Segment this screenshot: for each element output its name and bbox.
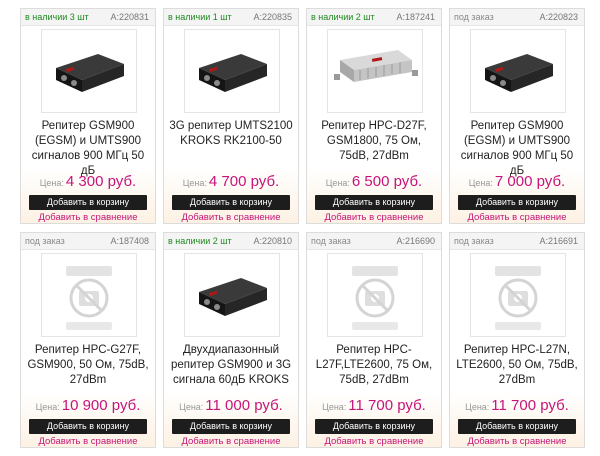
product-title[interactable]: Репитер GSM900 (EGSM) и UMTS900 сигналов… xyxy=(454,119,580,179)
article-number: A:220831 xyxy=(110,12,149,22)
price-label: Цена: xyxy=(179,402,204,412)
product-image[interactable] xyxy=(470,253,566,337)
article-number: A:220823 xyxy=(539,12,578,22)
product-title[interactable]: Репитер HPC-L27N, LTE2600, 50 Ом, 75dB, … xyxy=(454,343,580,388)
stock-status: в наличии 2 шт xyxy=(168,236,232,246)
article-number: A:187241 xyxy=(396,12,435,22)
product-title[interactable]: Репитер HPC-L27F,LTE2600, 75 Ом, 75dB, 2… xyxy=(311,343,437,388)
product-title[interactable]: Репитер GSM900 (EGSM) и UMTS900 сигналов… xyxy=(25,119,151,179)
stock-status: под заказ xyxy=(25,236,65,246)
product-title[interactable]: Репитер HPC-G27F, GSM900, 50 Ом, 75dB, 2… xyxy=(25,343,151,388)
card-header: в наличии 2 шт A:220810 xyxy=(164,233,298,250)
product-card: под заказ A:216691 Репитер HPC-L27N, LTE2… xyxy=(449,232,585,448)
add-to-compare-link[interactable]: Добавить в сравнение xyxy=(164,212,298,223)
add-to-cart-button[interactable]: Добавить в корзину xyxy=(29,195,147,210)
card-header: в наличии 2 шт A:187241 xyxy=(307,9,441,26)
card-header: под заказ A:216691 xyxy=(450,233,584,250)
add-to-compare-link[interactable]: Добавить в сравнение xyxy=(307,212,441,223)
add-to-compare-link[interactable]: Добавить в сравнение xyxy=(164,436,298,447)
price-row: Цена: 11 700 руб. xyxy=(450,397,584,415)
price-label: Цена: xyxy=(465,402,490,412)
product-title[interactable]: Двухдиапазонный репитер GSM900 и 3G сигн… xyxy=(168,343,294,388)
price-value: 4 700 руб. xyxy=(208,173,280,190)
article-number: A:187408 xyxy=(110,236,149,246)
price-row: Цена: 4 700 руб. xyxy=(164,173,298,191)
add-to-cart-button[interactable]: Добавить в корзину xyxy=(315,419,433,434)
price-value: 7 000 руб. xyxy=(494,173,566,190)
stock-status: под заказ xyxy=(311,236,351,246)
price-row: Цена: 7 000 руб. xyxy=(450,173,584,191)
stock-status: под заказ xyxy=(454,12,494,22)
card-header: под заказ A:216690 xyxy=(307,233,441,250)
product-image[interactable] xyxy=(41,253,137,337)
price-label: Цена: xyxy=(322,402,347,412)
product-card: в наличии 2 шт A:187241 Репитер HPC-D27F,… xyxy=(306,8,442,224)
product-card: под заказ A:220823 Репитер GSM900 (EGSM) … xyxy=(449,8,585,224)
add-to-cart-button[interactable]: Добавить в корзину xyxy=(172,195,290,210)
article-number: A:220835 xyxy=(253,12,292,22)
card-header: под заказ A:220823 xyxy=(450,9,584,26)
repeater-image xyxy=(199,278,267,316)
add-to-cart-button[interactable]: Добавить в корзину xyxy=(172,419,290,434)
article-number: A:220810 xyxy=(253,236,292,246)
product-title[interactable]: 3G репитер UMTS2100 KROKS RK2100-50 xyxy=(168,119,294,149)
article-number: A:216691 xyxy=(539,236,578,246)
card-header: в наличии 1 шт A:220835 xyxy=(164,9,298,26)
price-label: Цена: xyxy=(39,178,64,188)
stock-status: в наличии 3 шт xyxy=(25,12,89,22)
repeater-image xyxy=(485,54,553,92)
product-image[interactable] xyxy=(184,29,280,113)
price-value: 11 700 руб. xyxy=(491,397,569,414)
no-photo-icon xyxy=(495,266,541,330)
price-label: Цена: xyxy=(35,402,60,412)
add-to-compare-link[interactable]: Добавить в сравнение xyxy=(21,436,155,447)
stock-status: в наличии 2 шт xyxy=(311,12,375,22)
article-number: A:216690 xyxy=(396,236,435,246)
product-image[interactable] xyxy=(327,253,423,337)
no-photo-icon xyxy=(352,266,398,330)
repeater-image xyxy=(199,54,267,92)
product-image[interactable] xyxy=(41,29,137,113)
card-header: в наличии 3 шт A:220831 xyxy=(21,9,155,26)
product-card: под заказ A:216690 Репитер HPC-L27F,LTE26… xyxy=(306,232,442,448)
no-photo-icon xyxy=(66,266,112,330)
product-card: под заказ A:187408 Репитер HPC-G27F, GSM9… xyxy=(20,232,156,448)
price-row: Цена: 11 000 руб. xyxy=(164,397,298,415)
price-label: Цена: xyxy=(182,178,207,188)
product-image[interactable] xyxy=(470,29,566,113)
price-value: 10 900 руб. xyxy=(61,397,141,414)
price-row: Цена: 11 700 руб. xyxy=(307,397,441,415)
price-value: 11 700 руб. xyxy=(348,397,426,414)
price-row: Цена: 6 500 руб. xyxy=(307,173,441,191)
product-card: в наличии 3 шт A:220831 Репитер GSM900 (E… xyxy=(20,8,156,224)
add-to-compare-link[interactable]: Добавить в сравнение xyxy=(21,212,155,223)
add-to-cart-button[interactable]: Добавить в корзину xyxy=(29,419,147,434)
stock-status: под заказ xyxy=(454,236,494,246)
price-label: Цена: xyxy=(325,178,350,188)
product-image[interactable] xyxy=(184,253,280,337)
price-label: Цена: xyxy=(468,178,493,188)
add-to-compare-link[interactable]: Добавить в сравнение xyxy=(450,212,584,223)
card-header: под заказ A:187408 xyxy=(21,233,155,250)
stock-status: в наличии 1 шт xyxy=(168,12,232,22)
product-image[interactable] xyxy=(327,29,423,113)
repeater-image xyxy=(56,54,124,92)
price-row: Цена: 4 300 руб. xyxy=(21,173,155,191)
price-value: 11 000 руб. xyxy=(205,397,283,414)
price-value: 6 500 руб. xyxy=(351,173,423,190)
add-to-cart-button[interactable]: Добавить в корзину xyxy=(315,195,433,210)
add-to-cart-button[interactable]: Добавить в корзину xyxy=(458,419,576,434)
product-title[interactable]: Репитер HPC-D27F, GSM1800, 75 Ом, 75dB, … xyxy=(311,119,437,164)
add-to-compare-link[interactable]: Добавить в сравнение xyxy=(307,436,441,447)
repeater-image xyxy=(334,50,418,82)
price-value: 4 300 руб. xyxy=(65,173,137,190)
product-card: в наличии 1 шт A:220835 3G репитер UMTS21… xyxy=(163,8,299,224)
add-to-compare-link[interactable]: Добавить в сравнение xyxy=(450,436,584,447)
price-row: Цена: 10 900 руб. xyxy=(21,397,155,415)
product-card: в наличии 2 шт A:220810 Двухдиапазонный р… xyxy=(163,232,299,448)
add-to-cart-button[interactable]: Добавить в корзину xyxy=(458,195,576,210)
